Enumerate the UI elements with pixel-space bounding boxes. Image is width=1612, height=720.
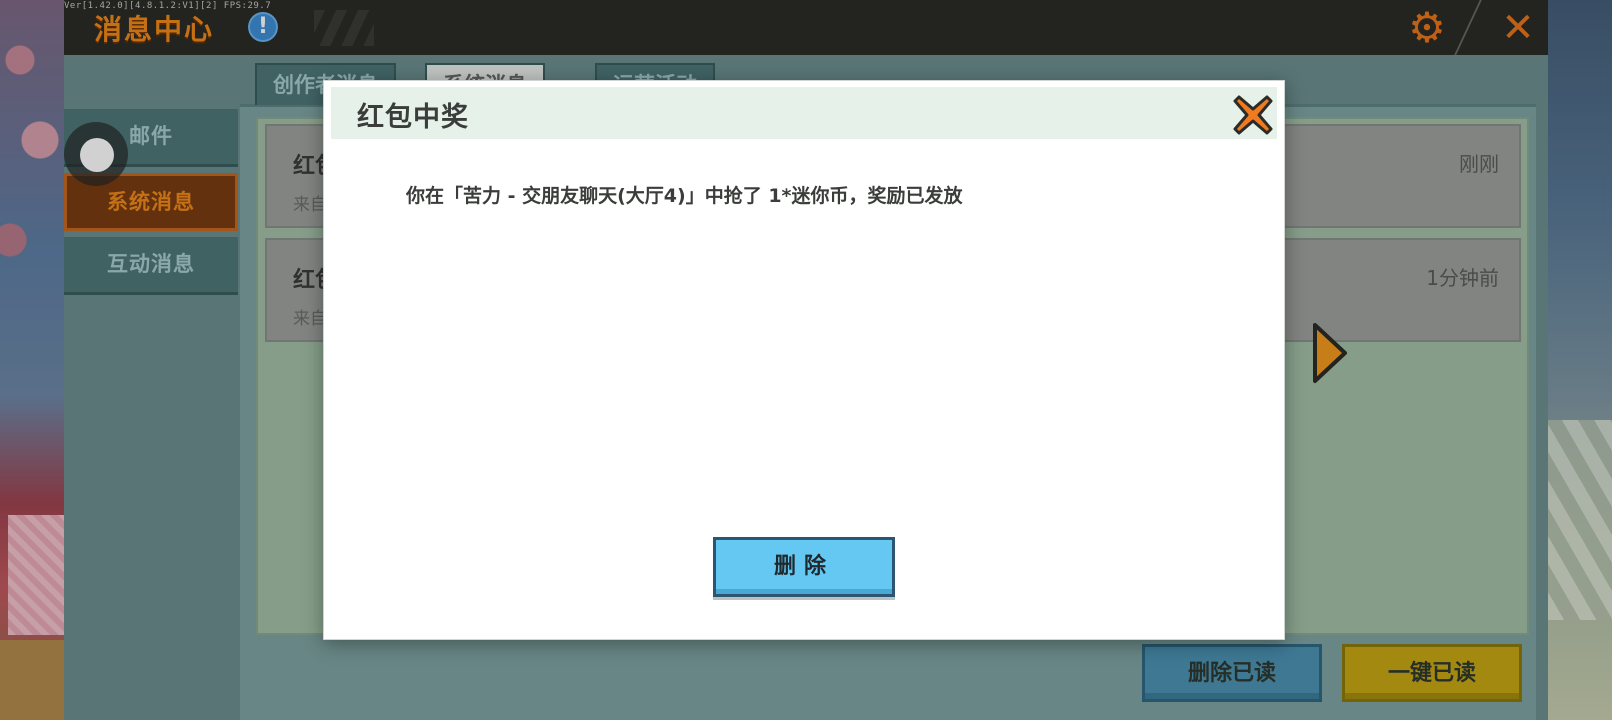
- close-icon[interactable]: [1231, 93, 1275, 137]
- dialog-title: 红包中奖: [357, 102, 469, 133]
- reward-dialog: 红包中奖 你在「苦力 - 交朋友聊天(大厅4)」中抢了 1*迷你币，奖励已发放 …: [323, 80, 1285, 640]
- dialog-message: 你在「苦力 - 交朋友聊天(大厅4)」中抢了 1*迷你币，奖励已发放: [406, 185, 963, 207]
- delete-button[interactable]: 删除: [713, 537, 895, 597]
- dialog-header: 红包中奖: [331, 87, 1277, 139]
